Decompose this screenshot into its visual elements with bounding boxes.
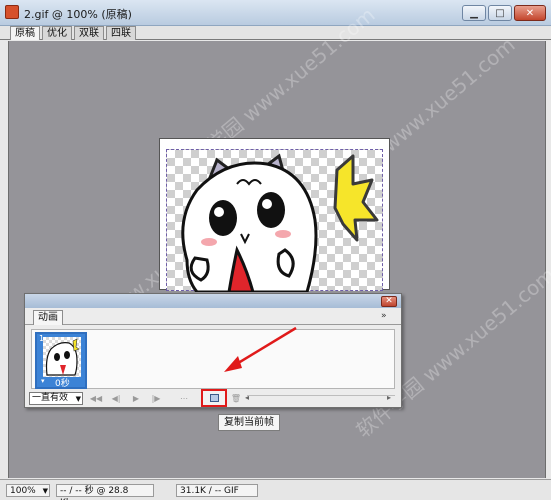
cartoon-cat-image <box>181 153 379 292</box>
panel-menu-button[interactable]: » <box>381 311 387 321</box>
previous-frame-button[interactable]: ◀| <box>109 392 123 405</box>
scroll-right-icon[interactable]: ▸ <box>387 393 391 402</box>
frame-delay[interactable]: 0秒 <box>55 376 70 389</box>
panel-close-button[interactable]: ✕ <box>381 296 397 307</box>
animation-controls: 一直有效 ▼ ◀◀ ◀| ▶ |▶ ⋯ 🗑 ◂ ▸ <box>29 389 397 407</box>
loop-select-value: 一直有效 <box>32 393 69 403</box>
frame-thumbnail-image <box>45 338 80 376</box>
frame-list: 1 ▾ 0秒 <box>31 329 395 389</box>
chevron-down-icon: ▼ <box>42 487 48 495</box>
close-button[interactable]: ✕ <box>514 5 546 21</box>
trash-icon: 🗑 <box>230 394 242 403</box>
annotation-arrow <box>224 326 297 372</box>
tab-animation[interactable]: 动画 <box>33 310 63 325</box>
play-button[interactable]: ▶ <box>129 392 143 405</box>
delete-frame-button[interactable]: 🗑 <box>229 392 243 405</box>
status-bar: 100% ▼ -- / -- 秒 @ 28.8 Kbps 31.1K / -- … <box>0 479 551 500</box>
frame-scrollbar[interactable] <box>247 395 395 403</box>
frame-disposal-caret[interactable]: ▾ <box>41 377 45 385</box>
file-info: 31.1K / -- GIF <box>176 484 258 497</box>
duplicate-frame-tooltip: 复制当前帧 <box>218 414 280 431</box>
panel-title-bar[interactable]: ✕ <box>25 294 401 308</box>
loop-select[interactable]: 一直有效 ▼ <box>29 392 83 405</box>
document-icon <box>5 5 19 19</box>
tween-button[interactable]: ⋯ <box>177 392 191 405</box>
tab-original[interactable]: 原稿 <box>10 26 40 40</box>
animation-panel: ✕ 动画 » 1 ▾ 0秒 一直有效 ▼ ◀◀ ◀| ▶ |▶ ⋯ 🗑 ◂ ▸ <box>24 293 402 408</box>
image-canvas[interactable] <box>166 149 383 292</box>
duplicate-frame-icon <box>210 394 219 402</box>
download-time-select[interactable]: -- / -- 秒 @ 28.8 Kbps <box>56 484 154 500</box>
window-title: 2.gif @ 100% (原稿) <box>24 8 132 21</box>
frame-thumbnail <box>43 337 81 377</box>
tab-2up[interactable]: 双联 <box>74 26 104 40</box>
chevron-down-icon: ▼ <box>75 395 81 403</box>
view-tabs: 原稿 优化 双联 四联 <box>0 26 551 40</box>
title-bar: 2.gif @ 100% (原稿) ▁ □ ✕ <box>0 0 551 26</box>
minimize-button[interactable]: ▁ <box>462 5 486 21</box>
download-time: -- / -- 秒 @ 28.8 Kbps <box>60 486 129 500</box>
file-size: 31.1K / -- GIF <box>180 486 239 496</box>
animation-frame[interactable]: 1 ▾ 0秒 <box>35 332 87 389</box>
image-canvas-frame <box>159 138 390 292</box>
tab-optimized[interactable]: 优化 <box>42 26 72 40</box>
zoom-select[interactable]: 100% ▼ <box>6 484 50 497</box>
maximize-button[interactable]: □ <box>488 5 512 21</box>
workspace: 软件学园 www.xue51.com 软件学园 www.xue51.com 软件… <box>8 3 551 478</box>
duplicate-frame-button[interactable] <box>201 389 227 407</box>
next-frame-button[interactable]: |▶ <box>149 392 163 405</box>
zoom-value: 100% <box>10 486 36 496</box>
tab-4up[interactable]: 四联 <box>106 26 136 40</box>
first-frame-button[interactable]: ◀◀ <box>89 392 103 405</box>
panel-tab-row: 动画 » <box>25 310 401 325</box>
